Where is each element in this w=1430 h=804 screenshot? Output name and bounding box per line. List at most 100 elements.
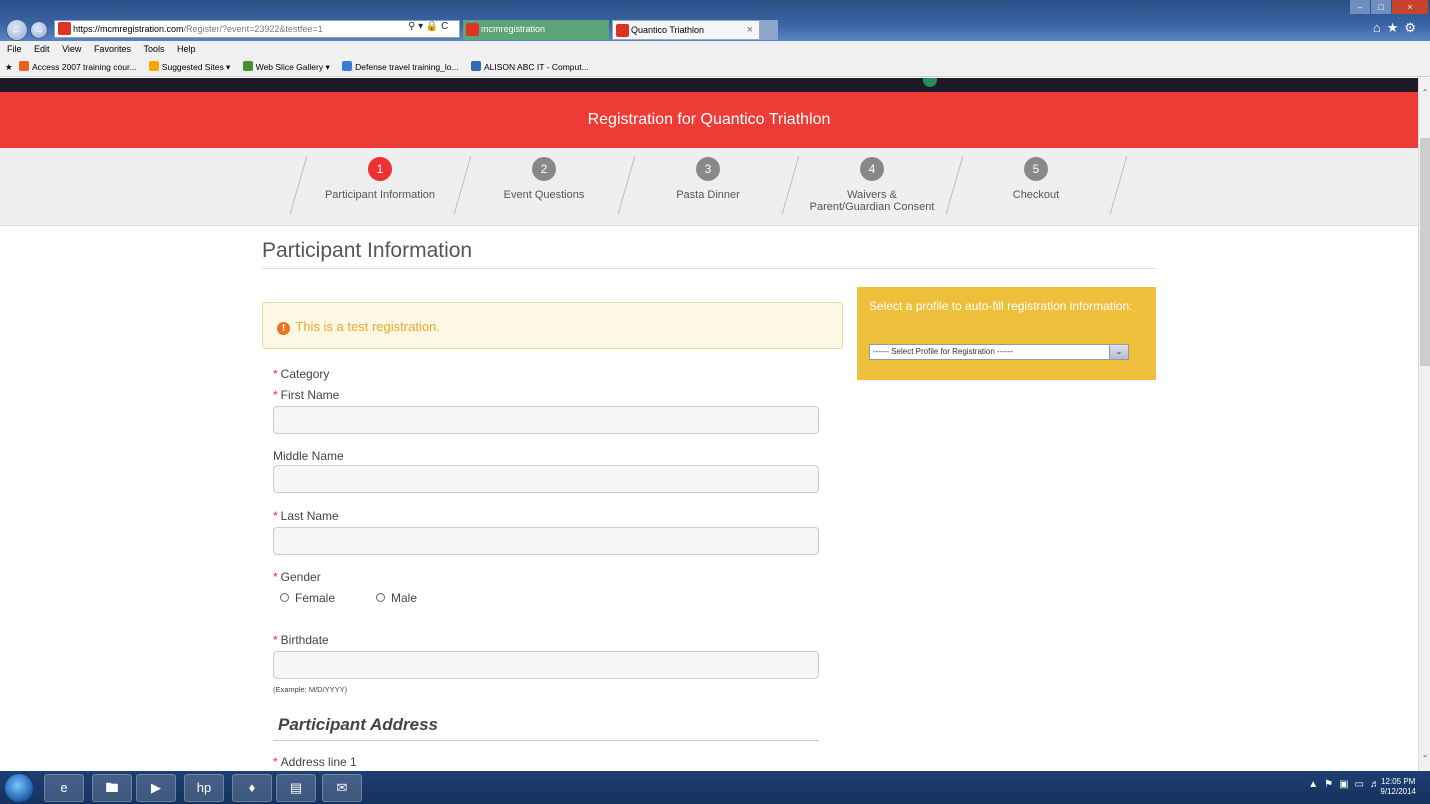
middle-name-label: Middle Name — [273, 449, 344, 463]
birthdate-hint: (Example: M/D/YYYY) — [273, 685, 348, 694]
step-checkout[interactable]: 5 Checkout — [954, 157, 1118, 201]
gender-male-radio[interactable]: Male — [376, 591, 417, 605]
tab-favicon-icon — [466, 23, 479, 36]
progress-steps: 1 Participant Information 2 Event Questi… — [0, 148, 1418, 226]
page-scrollbar[interactable]: ⌃ ⌄ — [1418, 78, 1430, 771]
home-icon[interactable]: ⌂ — [1373, 20, 1387, 35]
birthdate-label: * Birthdate — [273, 633, 329, 647]
favorite-link[interactable]: Web Slice Gallery ▾ — [242, 58, 330, 77]
tab-mcmregistration[interactable]: mcmregistration — [463, 20, 609, 40]
tab-close-icon[interactable]: × — [747, 21, 753, 40]
participant-address-heading: Participant Address — [278, 715, 438, 734]
first-name-input[interactable] — [273, 406, 819, 434]
step-participant-information[interactable]: 1 Participant Information — [298, 157, 462, 201]
step-number: 2 — [532, 157, 556, 181]
step-label: Event Questions — [503, 189, 585, 201]
step-label: Pasta Dinner — [676, 189, 740, 201]
favorites-star-add-icon[interactable]: ★ — [5, 58, 13, 77]
scroll-down-icon[interactable]: ⌄ — [1419, 750, 1430, 759]
profile-select-value: ------ Select Profile for Registration -… — [873, 347, 1014, 356]
last-name-label: * Last Name — [273, 509, 339, 523]
favorite-link[interactable]: Access 2007 training cour... — [19, 58, 136, 77]
system-tray-icons[interactable]: ▲⚑▣▭♬ — [1308, 779, 1386, 790]
bookmark-icon — [342, 61, 353, 71]
title-divider — [262, 268, 1156, 269]
first-name-label: * First Name — [273, 388, 340, 402]
radio-circle-icon[interactable] — [280, 593, 289, 602]
section-divider — [273, 740, 819, 741]
address-path: /Register/?event=23922&testfee=1 — [183, 24, 323, 34]
close-window-button[interactable]: × — [1392, 0, 1428, 14]
address-tools-icons[interactable]: ⚲ ▾ 🔒 C — [408, 21, 448, 32]
page-title: Participant Information — [262, 239, 473, 262]
bookmark-icon — [19, 61, 29, 71]
birthdate-input[interactable] — [273, 651, 819, 679]
chevron-down-icon[interactable]: ⌄ — [1109, 345, 1128, 359]
address-line1-label: * Address line 1 — [273, 755, 357, 769]
step-label: Checkout — [1012, 189, 1060, 201]
site-header-strip — [0, 78, 1418, 92]
file-explorer-taskbar-icon[interactable]: 🖿 — [92, 774, 132, 802]
profile-select[interactable]: ------ Select Profile for Registration -… — [869, 344, 1129, 360]
favorite-link[interactable]: ALISON ABC IT - Comput... — [470, 58, 589, 77]
window-taskbar-icon[interactable]: ▤ — [276, 774, 316, 802]
site-favicon-icon — [58, 22, 71, 35]
address-host: https://mcmregistration.com — [73, 24, 184, 34]
system-clock[interactable]: 12:05 PM 9/12/2014 — [1380, 777, 1416, 797]
step-event-questions[interactable]: 2 Event Questions — [462, 157, 626, 201]
tab-quantico-triathlon[interactable]: Quantico Triathlon × — [612, 20, 760, 40]
forward-button[interactable]: → — [30, 21, 48, 39]
step-pasta-dinner[interactable]: 3 Pasta Dinner — [626, 157, 790, 201]
menu-favorites[interactable]: Favorites — [94, 44, 131, 54]
scroll-up-icon[interactable]: ⌃ — [1419, 88, 1430, 97]
alert-text: This is a test registration. — [295, 319, 440, 334]
profile-prompt: Select a profile to auto-fill registrati… — [869, 299, 1133, 313]
middle-name-input[interactable] — [273, 465, 819, 493]
registration-banner: Registration for Quantico Triathlon — [0, 92, 1418, 148]
menu-bar: File Edit View Favorites Tools Help — [0, 41, 1430, 58]
clock-date: 9/12/2014 — [1380, 787, 1416, 796]
outlook-taskbar-icon[interactable]: ✉ — [322, 774, 362, 802]
menu-view[interactable]: View — [62, 44, 81, 54]
scrollbar-thumb[interactable] — [1420, 138, 1430, 366]
address-bar[interactable]: https://mcmregistration.com/Register/?ev… — [54, 20, 460, 38]
tools-gear-icon[interactable]: ⚙ — [1404, 20, 1422, 35]
menu-file[interactable]: File — [7, 44, 22, 54]
browser-titlebar: ← → https://mcmregistration.com/Register… — [0, 0, 1430, 41]
menu-tools[interactable]: Tools — [143, 44, 164, 54]
media-player-taskbar-icon[interactable]: ▶ — [136, 774, 176, 802]
minimize-button[interactable]: – — [1350, 0, 1370, 14]
menu-help[interactable]: Help — [177, 44, 196, 54]
test-registration-alert: ! This is a test registration. — [262, 302, 843, 349]
back-button[interactable]: ← — [6, 19, 28, 41]
favorite-link[interactable]: Defense travel training_lo... — [342, 58, 459, 77]
menu-edit[interactable]: Edit — [34, 44, 50, 54]
category-label: * Category — [273, 367, 330, 381]
clock-time: 12:05 PM — [1381, 777, 1416, 786]
step-number: 5 — [1024, 157, 1048, 181]
step-label: Waivers & Parent/Guardian Consent — [809, 189, 935, 213]
step-number: 3 — [696, 157, 720, 181]
favorite-link[interactable]: Suggested Sites ▾ — [148, 58, 230, 77]
hp-taskbar-icon[interactable]: hp — [184, 774, 224, 802]
windows-taskbar: e 🖿 ▶ hp ♦ ▤ ✉ ▲⚑▣▭♬ 12:05 PM 9/12/2014 — [0, 771, 1430, 804]
page-viewport: Registration for Quantico Triathlon 1 Pa… — [0, 78, 1418, 771]
bookmark-icon — [148, 61, 159, 71]
folder-taskbar-icon[interactable]: ♦ — [232, 774, 272, 802]
last-name-input[interactable] — [273, 527, 819, 555]
gender-female-radio[interactable]: Female — [280, 591, 335, 605]
tab-label: mcmregistration — [481, 24, 546, 34]
internet-explorer-taskbar-icon[interactable]: e — [44, 774, 84, 802]
step-waivers[interactable]: 4 Waivers & Parent/Guardian Consent — [790, 157, 954, 213]
step-label: Participant Information — [324, 189, 436, 201]
bookmark-icon — [242, 61, 253, 71]
bookmark-icon — [470, 61, 481, 71]
radio-circle-icon[interactable] — [376, 593, 385, 602]
warning-icon: ! — [277, 322, 290, 335]
favorites-star-icon[interactable]: ★ — [1387, 20, 1405, 35]
new-tab-button[interactable] — [760, 20, 778, 40]
favorites-bar: ★ Access 2007 training cour... Suggested… — [0, 58, 1430, 77]
start-button[interactable] — [4, 773, 34, 803]
step-number: 1 — [368, 157, 392, 181]
maximize-button[interactable]: □ — [1371, 0, 1391, 14]
